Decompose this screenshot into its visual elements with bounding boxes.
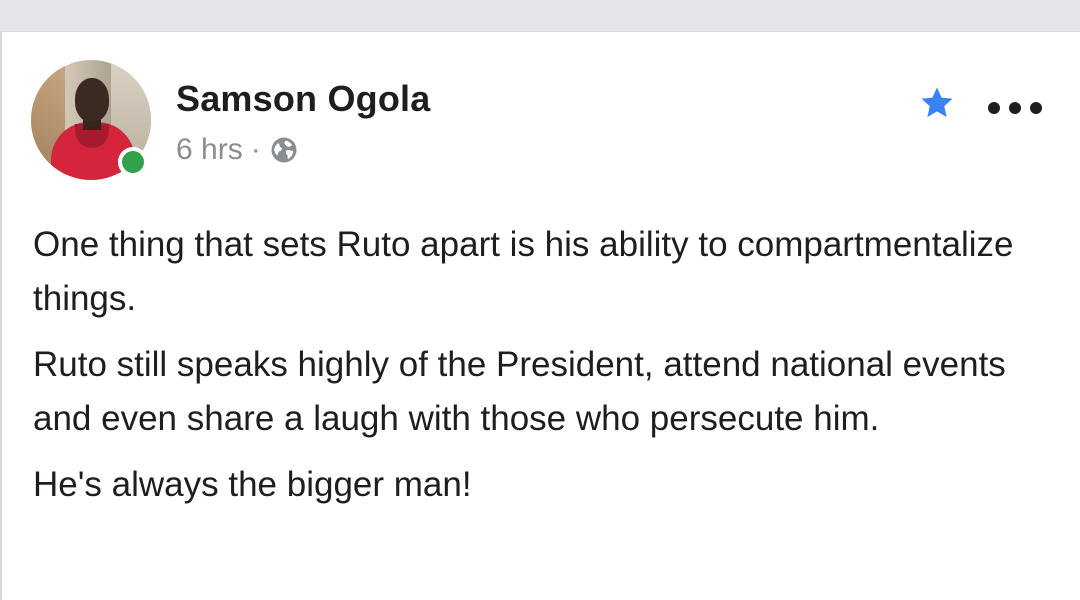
- author-avatar[interactable]: [31, 60, 151, 180]
- post-time[interactable]: 6 hrs: [176, 133, 243, 167]
- post-card: Samson Ogola 6 hrs · One thing that sets…: [0, 32, 1080, 600]
- star-icon[interactable]: [918, 84, 956, 122]
- author-name[interactable]: Samson Ogola: [176, 78, 430, 120]
- meta-separator: ·: [250, 133, 261, 166]
- post-paragraph: One thing that sets Ruto apart is his ab…: [33, 225, 1014, 318]
- online-status-indicator: [118, 147, 148, 177]
- post-body: One thing that sets Ruto apart is his ab…: [33, 218, 1063, 524]
- more-options-icon[interactable]: [988, 96, 1042, 120]
- globe-icon[interactable]: [269, 135, 299, 165]
- post-paragraph: Ruto still speaks highly of the Presiden…: [33, 345, 1006, 438]
- post-paragraph: He's always the bigger man!: [33, 465, 472, 504]
- post-meta: 6 hrs ·: [176, 132, 299, 168]
- top-divider-band: [0, 0, 1080, 32]
